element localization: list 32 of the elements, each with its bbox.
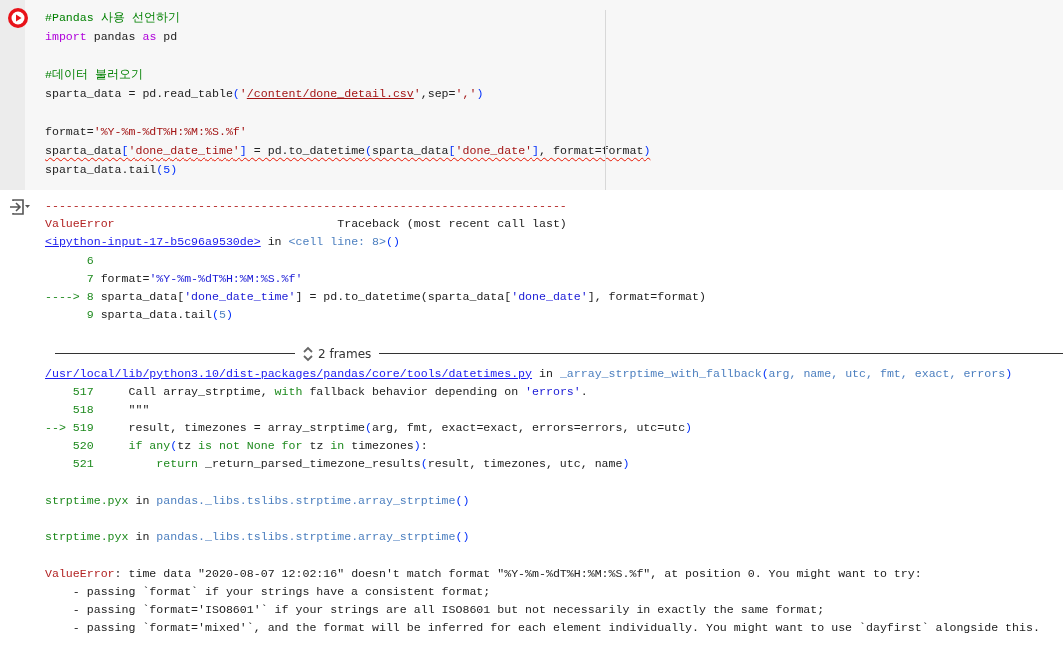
code-line: sparta_data = pd.read_table('/content/done_detail.csv',sep=',') [45, 86, 484, 102]
code-line: sparta_data.tail(5) [45, 162, 178, 178]
traceback-line: 9 sparta_data.tail(5) [85, 308, 233, 322]
traceback-line: 520 if any(tz is not None for tz in timezones): [71, 439, 428, 453]
traceback-line: strptime.pyx in pandas._libs.tslibs.strptime.array_strptime() [45, 493, 470, 507]
traceback-line: ValueError Traceback (most recent call last) [45, 217, 567, 231]
traceback-text: in <cell line: 8>() [266, 235, 400, 249]
traceback-line: 6 [85, 253, 94, 267]
frames-toggle[interactable]: 2 frames [301, 345, 374, 362]
code-line: #Pandas 사용 선언하기 [45, 10, 180, 26]
file-link[interactable]: /usr/local/lib/python3.10/dist-packages/pandas/core/tools/datetimes.py [45, 366, 533, 380]
traceback-line: --> 519 result, timezones = array_strptime(arg, fmt, exact=exact, errors=errors, utc=utc) [45, 421, 693, 435]
traceback-line: 7 format='%Y-%m-%dT%H:%M:%S.%f' [85, 271, 303, 285]
traceback-line: - passing `format='ISO8601'` if your strings are all ISO8601 but not necessarily in exactly the same format; [71, 602, 825, 616]
run-button[interactable] [8, 8, 28, 28]
traceback-line: 518 """ [71, 402, 150, 416]
output-menu-icon[interactable] [9, 199, 31, 215]
expand-icon [303, 345, 313, 362]
traceback-line: - passing `format='mixed'`, and the format will be inferred for each element individually. You might want to use `dayfirst` alongside this. [71, 621, 1040, 635]
file-link[interactable]: <ipython-input-17-b5c96a9530de> [45, 235, 261, 249]
traceback-line: ----> 8 sparta_data['done_date_time'] = pd.to_datetime(sparta_data['done_date'], format=format) [45, 289, 706, 303]
code-line: format='%Y-%m-%dT%H:%M:%S.%f' [45, 124, 247, 140]
traceback-line: 517 Call array_strptime, with fallback behavior depending on 'errors'. [71, 384, 588, 398]
traceback-line: - passing `format` if your strings have a consistent format; [71, 584, 491, 598]
traceback-line: 521 return _return_parsed_timezone_results(result, timezones, utc, name) [71, 457, 630, 471]
code-line: #데이터 불러오기 [45, 67, 143, 83]
code-line: sparta_data['done_date_time'] = pd.to_datetime(sparta_data['done_date'], format=format) [45, 143, 651, 159]
traceback-text: in _array_strptime_with_fallback(arg, name, utc, fmt, exact, errors) [538, 366, 1013, 380]
traceback-line: strptime.pyx in pandas._libs.tslibs.strptime.array_strptime() [45, 530, 470, 544]
code-line: import pandas as pd [45, 29, 178, 45]
traceback-line: --------------------------------------------------------------------------- [45, 199, 567, 212]
traceback-line: ValueError: time data "2020-08-07 12:02:16" doesn't match format "%Y-%m-%dT%H:%M:%S.%f", at position 0. You might want to try: [45, 566, 922, 580]
